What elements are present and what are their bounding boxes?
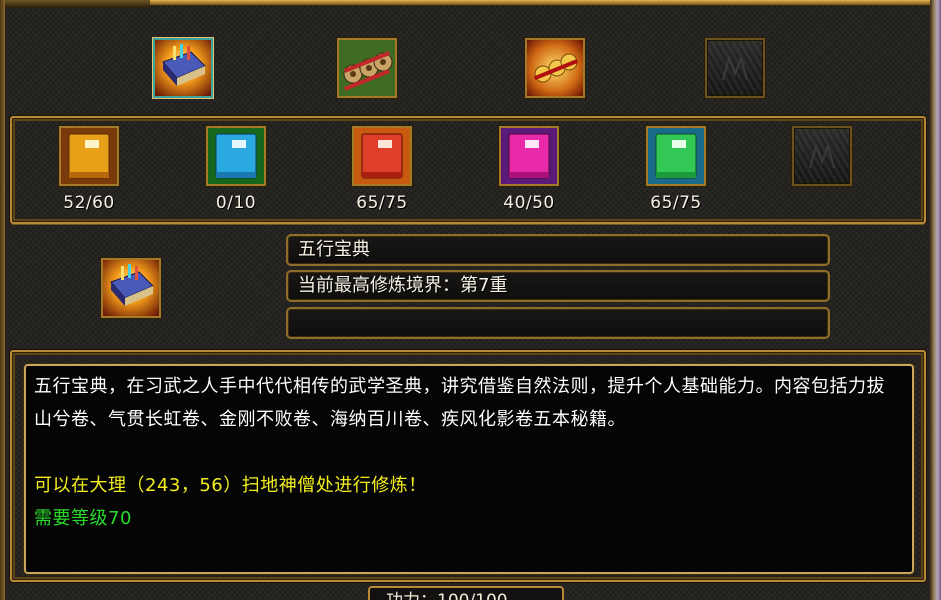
red-book-icon: [354, 128, 410, 184]
power-status-tab: 功力：100/100: [368, 586, 564, 600]
empty-slot-icon: [722, 54, 748, 81]
book-slot-5[interactable]: [646, 126, 706, 186]
book-slot-2[interactable]: [206, 126, 266, 186]
scroll-bundle-green-icon: [339, 40, 395, 96]
book-slot-6-empty[interactable]: [792, 126, 852, 186]
book-slots-panel: [10, 116, 926, 224]
manual-slot-scroll-bundle-green[interactable]: [337, 38, 397, 98]
manual-slot-empty[interactable]: [705, 38, 765, 98]
book-count-1: 52/60: [63, 193, 115, 213]
empty-slot-icon: [809, 142, 835, 169]
training-location-text: 可以在大理（243，56）扫地神僧处进行修炼！: [34, 475, 427, 496]
book-count-5: 65/75: [650, 193, 702, 213]
window-left-border: [0, 0, 5, 600]
book-count-3: 65/75: [356, 193, 408, 213]
five-elements-manual-icon: [155, 40, 211, 96]
book-count-4: 40/50: [503, 193, 555, 213]
level-requirement-text: 需要等级70: [34, 508, 132, 529]
extra-info-field: [286, 307, 830, 339]
scroll-bundle-gold-icon: [527, 40, 583, 96]
description-text: 五行宝典，在习武之人手中代代相传的武学圣典，讲究借鉴自然法则，提升个人基础能力。…: [34, 376, 885, 430]
manual-slot-scroll-bundle-gold[interactable]: [525, 38, 585, 98]
book-slot-4[interactable]: [499, 126, 559, 186]
book-slot-1[interactable]: [59, 126, 119, 186]
five-elements-manual-icon: [103, 260, 159, 316]
realm-field: 当前最高修炼境界：第7重: [286, 270, 830, 302]
five-elements-window: 52/60 0/10 65/75 40/50 65/75 五行宝典 当前最高修炼…: [0, 0, 941, 600]
selected-manual-icon-slot: [101, 258, 161, 318]
blue-book-icon: [208, 128, 264, 184]
gold-book-icon: [61, 128, 117, 184]
manual-slot-five-elements[interactable]: [153, 38, 213, 98]
book-slot-3[interactable]: [352, 126, 412, 186]
window-frame-corner: [0, 0, 150, 8]
green-book-icon: [648, 128, 704, 184]
book-count-2: 0/10: [215, 193, 257, 213]
manual-name-field: 五行宝典: [286, 234, 830, 266]
manual-selector-row: [10, 8, 926, 118]
window-top-border: [150, 0, 941, 5]
window-right-edge: [930, 0, 941, 600]
pink-book-icon: [501, 128, 557, 184]
